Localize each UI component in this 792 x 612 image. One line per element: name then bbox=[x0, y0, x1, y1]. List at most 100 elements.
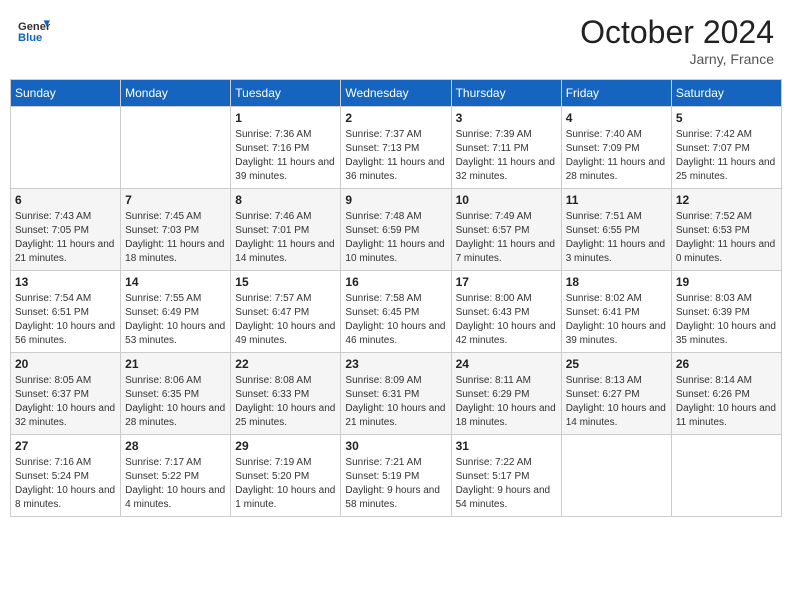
calendar-cell: 28 Sunrise: 7:17 AMSunset: 5:22 PMDayligh… bbox=[121, 435, 231, 517]
calendar-cell: 7 Sunrise: 7:45 AMSunset: 7:03 PMDaylight… bbox=[121, 189, 231, 271]
day-number: 30 bbox=[345, 439, 446, 453]
day-info: Sunrise: 7:37 AMSunset: 7:13 PMDaylight:… bbox=[345, 128, 446, 184]
day-number: 14 bbox=[125, 275, 226, 289]
calendar-cell: 21 Sunrise: 8:06 AMSunset: 6:35 PMDayligh… bbox=[121, 353, 231, 435]
day-info: Sunrise: 8:03 AMSunset: 6:39 PMDaylight:… bbox=[676, 292, 777, 348]
day-number: 8 bbox=[235, 193, 336, 207]
day-number: 22 bbox=[235, 357, 336, 371]
day-number: 1 bbox=[235, 111, 336, 125]
calendar-table: SundayMondayTuesdayWednesdayThursdayFrid… bbox=[10, 79, 782, 517]
calendar-week-1: 6 Sunrise: 7:43 AMSunset: 7:05 PMDaylight… bbox=[11, 189, 782, 271]
calendar-cell: 9 Sunrise: 7:48 AMSunset: 6:59 PMDaylight… bbox=[341, 189, 451, 271]
calendar-cell bbox=[561, 435, 671, 517]
title-block: October 2024 Jarny, France bbox=[580, 14, 774, 67]
day-number: 4 bbox=[566, 111, 667, 125]
page-header: General Blue October 2024 Jarny, France bbox=[10, 10, 782, 71]
calendar-cell: 24Sunrise: 8:11 AMSunset: 6:29 PMDayligh… bbox=[451, 353, 561, 435]
calendar-cell: 10 Sunrise: 7:49 AMSunset: 6:57 PMDayligh… bbox=[451, 189, 561, 271]
calendar-week-4: 27Sunrise: 7:16 AMSunset: 5:24 PMDayligh… bbox=[11, 435, 782, 517]
day-info: Sunrise: 8:08 AMSunset: 6:33 PMDaylight:… bbox=[235, 374, 336, 430]
calendar-cell: 12Sunrise: 7:52 AMSunset: 6:53 PMDayligh… bbox=[671, 189, 781, 271]
calendar-cell: 14 Sunrise: 7:55 AMSunset: 6:49 PMDayligh… bbox=[121, 271, 231, 353]
day-info: Sunrise: 8:06 AMSunset: 6:35 PMDaylight:… bbox=[125, 374, 226, 430]
calendar-cell: 17Sunrise: 8:00 AMSunset: 6:43 PMDayligh… bbox=[451, 271, 561, 353]
calendar-week-2: 13 Sunrise: 7:54 AMSunset: 6:51 PMDayligh… bbox=[11, 271, 782, 353]
day-number: 6 bbox=[15, 193, 116, 207]
day-number: 15 bbox=[235, 275, 336, 289]
day-info: Sunrise: 7:43 AMSunset: 7:05 PMDaylight:… bbox=[15, 210, 116, 266]
day-number: 17 bbox=[456, 275, 557, 289]
day-info: Sunrise: 8:09 AMSunset: 6:31 PMDaylight:… bbox=[345, 374, 446, 430]
day-number: 11 bbox=[566, 193, 667, 207]
day-info: Sunrise: 7:16 AMSunset: 5:24 PMDaylight:… bbox=[15, 456, 116, 512]
day-number: 18 bbox=[566, 275, 667, 289]
day-info: Sunrise: 8:14 AMSunset: 6:26 PMDaylight:… bbox=[676, 374, 777, 430]
day-info: Sunrise: 7:54 AMSunset: 6:51 PMDaylight:… bbox=[15, 292, 116, 348]
calendar-cell: 4 Sunrise: 7:40 AMSunset: 7:09 PMDaylight… bbox=[561, 107, 671, 189]
header-day-wednesday: Wednesday bbox=[341, 80, 451, 107]
day-info: Sunrise: 7:21 AMSunset: 5:19 PMDaylight:… bbox=[345, 456, 446, 512]
day-number: 21 bbox=[125, 357, 226, 371]
day-number: 2 bbox=[345, 111, 446, 125]
header-day-friday: Friday bbox=[561, 80, 671, 107]
calendar-cell bbox=[11, 107, 121, 189]
day-number: 7 bbox=[125, 193, 226, 207]
day-info: Sunrise: 7:36 AMSunset: 7:16 PMDaylight:… bbox=[235, 128, 336, 184]
day-info: Sunrise: 7:48 AMSunset: 6:59 PMDaylight:… bbox=[345, 210, 446, 266]
day-info: Sunrise: 7:17 AMSunset: 5:22 PMDaylight:… bbox=[125, 456, 226, 512]
calendar-cell: 22 Sunrise: 8:08 AMSunset: 6:33 PMDayligh… bbox=[231, 353, 341, 435]
day-number: 13 bbox=[15, 275, 116, 289]
day-info: Sunrise: 7:45 AMSunset: 7:03 PMDaylight:… bbox=[125, 210, 226, 266]
calendar-cell: 13 Sunrise: 7:54 AMSunset: 6:51 PMDayligh… bbox=[11, 271, 121, 353]
day-info: Sunrise: 7:22 AMSunset: 5:17 PMDaylight:… bbox=[456, 456, 557, 512]
day-number: 26 bbox=[676, 357, 777, 371]
header-day-thursday: Thursday bbox=[451, 80, 561, 107]
day-info: Sunrise: 7:55 AMSunset: 6:49 PMDaylight:… bbox=[125, 292, 226, 348]
calendar-cell bbox=[671, 435, 781, 517]
day-number: 25 bbox=[566, 357, 667, 371]
header-row: SundayMondayTuesdayWednesdayThursdayFrid… bbox=[11, 80, 782, 107]
day-number: 16 bbox=[345, 275, 446, 289]
day-number: 23 bbox=[345, 357, 446, 371]
day-info: Sunrise: 7:42 AMSunset: 7:07 PMDaylight:… bbox=[676, 128, 777, 184]
day-info: Sunrise: 7:40 AMSunset: 7:09 PMDaylight:… bbox=[566, 128, 667, 184]
day-info: Sunrise: 8:05 AMSunset: 6:37 PMDaylight:… bbox=[15, 374, 116, 430]
calendar-cell: 29Sunrise: 7:19 AMSunset: 5:20 PMDayligh… bbox=[231, 435, 341, 517]
day-info: Sunrise: 7:46 AMSunset: 7:01 PMDaylight:… bbox=[235, 210, 336, 266]
day-info: Sunrise: 7:58 AMSunset: 6:45 PMDaylight:… bbox=[345, 292, 446, 348]
day-number: 9 bbox=[345, 193, 446, 207]
day-info: Sunrise: 7:52 AMSunset: 6:53 PMDaylight:… bbox=[676, 210, 777, 266]
day-number: 10 bbox=[456, 193, 557, 207]
day-info: Sunrise: 8:13 AMSunset: 6:27 PMDaylight:… bbox=[566, 374, 667, 430]
header-day-saturday: Saturday bbox=[671, 80, 781, 107]
day-number: 19 bbox=[676, 275, 777, 289]
header-day-tuesday: Tuesday bbox=[231, 80, 341, 107]
location: Jarny, France bbox=[580, 51, 774, 67]
day-info: Sunrise: 7:49 AMSunset: 6:57 PMDaylight:… bbox=[456, 210, 557, 266]
calendar-cell: 6 Sunrise: 7:43 AMSunset: 7:05 PMDaylight… bbox=[11, 189, 121, 271]
calendar-cell: 26 Sunrise: 8:14 AMSunset: 6:26 PMDayligh… bbox=[671, 353, 781, 435]
day-info: Sunrise: 8:11 AMSunset: 6:29 PMDaylight:… bbox=[456, 374, 557, 430]
calendar-cell: 15 Sunrise: 7:57 AMSunset: 6:47 PMDayligh… bbox=[231, 271, 341, 353]
calendar-cell: 16 Sunrise: 7:58 AMSunset: 6:45 PMDayligh… bbox=[341, 271, 451, 353]
calendar-cell: 5Sunrise: 7:42 AMSunset: 7:07 PMDaylight… bbox=[671, 107, 781, 189]
calendar-cell: 27Sunrise: 7:16 AMSunset: 5:24 PMDayligh… bbox=[11, 435, 121, 517]
day-info: Sunrise: 7:57 AMSunset: 6:47 PMDaylight:… bbox=[235, 292, 336, 348]
calendar-cell: 8 Sunrise: 7:46 AMSunset: 7:01 PMDaylight… bbox=[231, 189, 341, 271]
calendar-cell: 2 Sunrise: 7:37 AMSunset: 7:13 PMDaylight… bbox=[341, 107, 451, 189]
calendar-header: SundayMondayTuesdayWednesdayThursdayFrid… bbox=[11, 80, 782, 107]
day-info: Sunrise: 7:39 AMSunset: 7:11 PMDaylight:… bbox=[456, 128, 557, 184]
day-number: 28 bbox=[125, 439, 226, 453]
calendar-cell bbox=[121, 107, 231, 189]
header-day-monday: Monday bbox=[121, 80, 231, 107]
day-info: Sunrise: 7:51 AMSunset: 6:55 PMDaylight:… bbox=[566, 210, 667, 266]
day-number: 29 bbox=[235, 439, 336, 453]
svg-text:Blue: Blue bbox=[18, 32, 42, 44]
calendar-week-0: 1 Sunrise: 7:36 AMSunset: 7:16 PMDaylight… bbox=[11, 107, 782, 189]
calendar-cell: 30 Sunrise: 7:21 AMSunset: 5:19 PMDayligh… bbox=[341, 435, 451, 517]
calendar-cell: 11 Sunrise: 7:51 AMSunset: 6:55 PMDayligh… bbox=[561, 189, 671, 271]
calendar-cell: 18Sunrise: 8:02 AMSunset: 6:41 PMDayligh… bbox=[561, 271, 671, 353]
header-day-sunday: Sunday bbox=[11, 80, 121, 107]
month-title: October 2024 bbox=[580, 14, 774, 51]
calendar-cell: 25 Sunrise: 8:13 AMSunset: 6:27 PMDayligh… bbox=[561, 353, 671, 435]
